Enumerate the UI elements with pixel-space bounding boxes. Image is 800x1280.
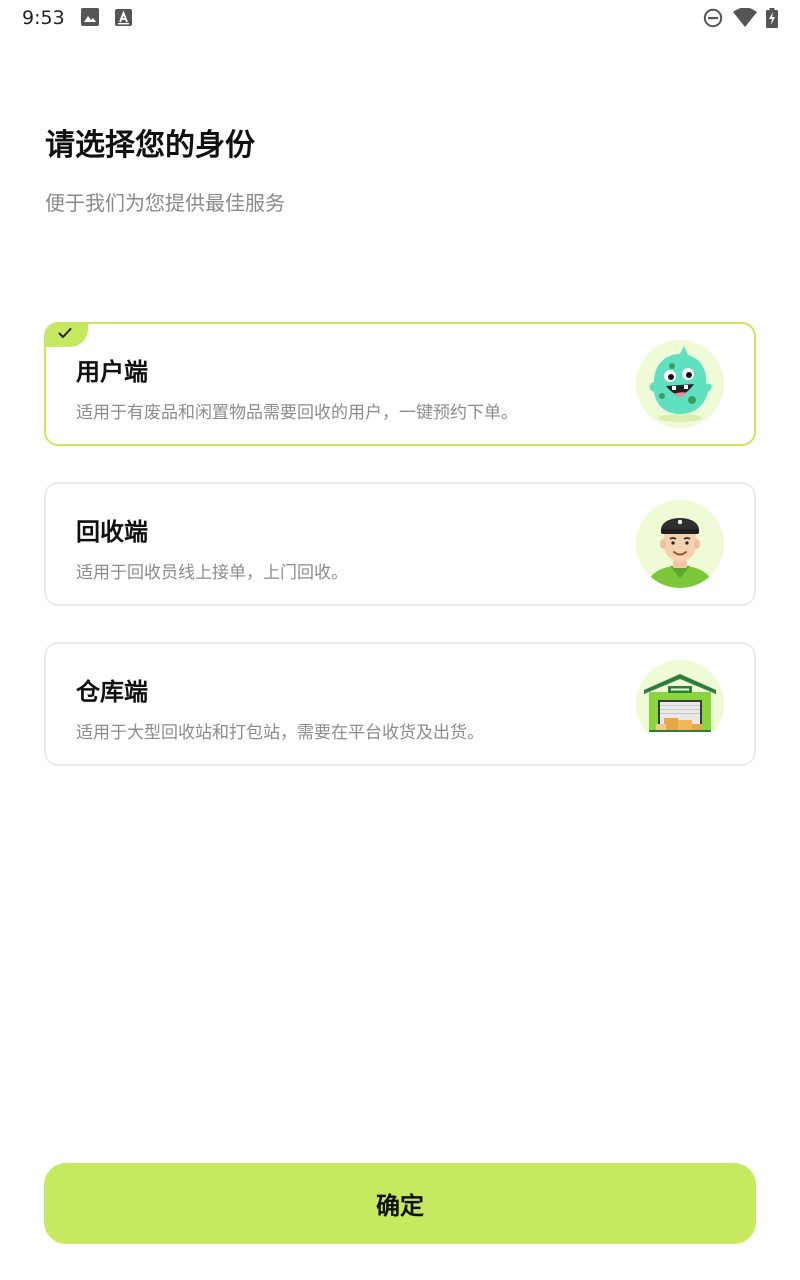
recycler-worker-avatar-icon: [636, 500, 724, 588]
option-card-user[interactable]: 用户端 适用于有废品和闲置物品需要回收的用户，一键预约下单。: [44, 322, 756, 446]
selected-check-badge: [46, 324, 88, 347]
option-description: 适用于回收员线上接单，上门回收。: [76, 563, 348, 583]
option-card-recycler[interactable]: 回收端 适用于回收员线上接单，上门回收。: [44, 482, 756, 606]
page-subtitle: 便于我们为您提供最佳服务: [45, 191, 285, 215]
page-title: 请选择您的身份: [45, 128, 255, 163]
green-monster-mascot-icon: [636, 340, 724, 428]
option-title: 用户端: [76, 358, 148, 386]
status-bar: 9:53: [0, 0, 800, 38]
option-description: 适用于大型回收站和打包站，需要在平台收货及出货。: [76, 723, 484, 743]
wifi-icon: [733, 8, 757, 27]
do-not-disturb-icon: [703, 8, 723, 28]
option-card-warehouse[interactable]: 仓库端 适用于大型回收站和打包站，需要在平台收货及出货。: [44, 642, 756, 766]
option-title: 回收端: [76, 518, 148, 546]
image-icon: [81, 8, 99, 26]
warehouse-building-icon: [636, 660, 724, 732]
option-title: 仓库端: [76, 678, 148, 706]
option-description: 适用于有废品和闲置物品需要回收的用户，一键预约下单。: [76, 403, 518, 423]
identity-selection-screen: 9:53 请选择您的身份 便于我们为您提供最佳服务 用户端 适用于有废品和闲置物…: [0, 0, 800, 1280]
confirm-button[interactable]: 确定: [44, 1163, 756, 1244]
battery-charging-icon: [766, 8, 778, 28]
checkmark-icon: [58, 328, 72, 338]
status-time: 9:53: [22, 7, 65, 29]
font-a-icon: [115, 9, 132, 26]
